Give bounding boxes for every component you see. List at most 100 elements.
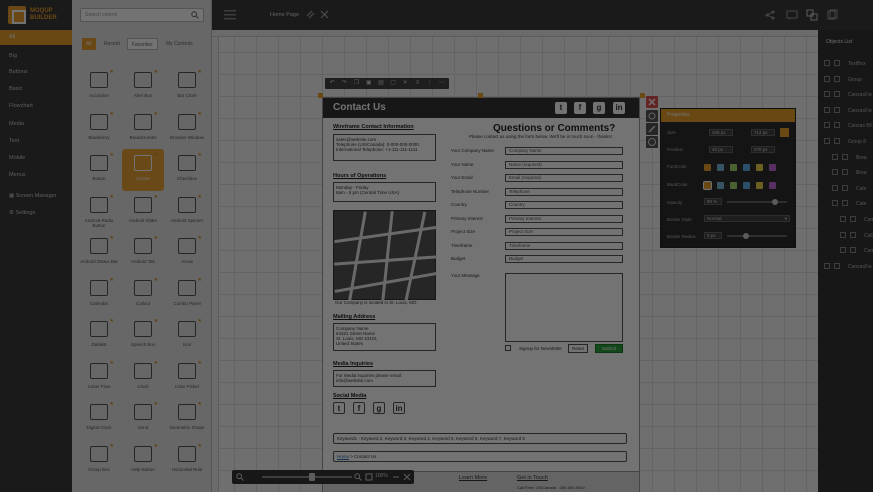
widget-tile[interactable]: ★ Datalist xyxy=(78,315,120,357)
nav-item-media[interactable]: Media xyxy=(0,117,72,132)
widget-tile[interactable]: ★ Bar Chart xyxy=(166,66,208,108)
search-icon[interactable] xyxy=(191,11,199,19)
object-list-item[interactable]: CanvasFw xyxy=(818,87,873,102)
widget-tile[interactable]: ★ Android Radio Button xyxy=(78,191,120,233)
position-y-input[interactable]: 270 px xyxy=(751,146,775,153)
form-field-input[interactable]: Project Size xyxy=(505,228,623,236)
size-height-input[interactable]: 712 px xyxy=(751,129,775,136)
visibility-checkbox[interactable] xyxy=(840,231,846,238)
lock-checkbox[interactable] xyxy=(834,138,840,144)
lock-checkbox[interactable] xyxy=(842,153,848,160)
widget-tile[interactable]: ★ Breadcrumbs xyxy=(122,108,164,150)
widget-tile[interactable]: ★ Calendar xyxy=(78,274,120,316)
reset-button[interactable]: Reset xyxy=(568,344,588,353)
favorite-star-icon[interactable]: ★ xyxy=(110,277,114,283)
edit-pencil-icon[interactable] xyxy=(646,123,658,135)
favorite-star-icon[interactable]: ★ xyxy=(154,401,158,407)
copy-icon[interactable]: ❐ xyxy=(351,79,361,88)
lock-checkbox[interactable] xyxy=(834,106,840,113)
object-list-item[interactable]: Cate xyxy=(818,196,873,211)
widget-tile[interactable]: ★ Callout xyxy=(122,274,164,316)
visibility-checkbox[interactable] xyxy=(824,106,830,113)
widget-tile[interactable]: ★ Arrow xyxy=(166,232,208,274)
close-selection-icon[interactable] xyxy=(646,96,658,108)
opacity-slider-knob[interactable] xyxy=(772,199,778,205)
favorite-star-icon[interactable]: ★ xyxy=(198,443,202,449)
lock-checkbox[interactable] xyxy=(850,216,856,222)
favorite-star-icon[interactable]: ★ xyxy=(110,194,114,200)
color-swatch[interactable] xyxy=(704,164,711,171)
settings-link[interactable]: ⚙ Settings xyxy=(0,206,72,221)
position-x-input[interactable]: 40 px xyxy=(709,146,733,153)
object-list-item[interactable]: TextBox xyxy=(818,56,873,71)
delete-icon[interactable]: ✕ xyxy=(400,79,410,88)
color-swatch[interactable] xyxy=(730,164,737,171)
visibility-checkbox[interactable] xyxy=(824,75,830,82)
favorite-star-icon[interactable]: ★ xyxy=(154,194,158,200)
favorite-star-icon[interactable]: ★ xyxy=(154,69,158,75)
favorite-star-icon[interactable]: ★ xyxy=(154,111,158,117)
border-style-select[interactable]: Normal ▾ xyxy=(704,215,790,222)
nav-item-text[interactable]: Text xyxy=(0,134,72,149)
form-field-input[interactable]: Timeframe xyxy=(505,241,623,250)
favorite-star-icon[interactable]: ★ xyxy=(110,401,114,407)
favorite-star-icon[interactable]: ★ xyxy=(198,360,202,366)
duplicate-icon[interactable] xyxy=(826,9,838,21)
favorite-star-icon[interactable]: ★ xyxy=(154,235,158,241)
favorite-star-icon[interactable]: ★ xyxy=(198,235,202,241)
form-field-input[interactable]: Email (required) xyxy=(505,174,623,182)
widget-tile[interactable]: ★ Combo Panel xyxy=(166,274,208,316)
widget-tile[interactable]: ★ Browser Window xyxy=(166,108,208,150)
object-list-item[interactable]: CanvasFw xyxy=(818,259,873,274)
resize-handle-tr[interactable] xyxy=(640,93,645,98)
visibility-checkbox[interactable] xyxy=(840,216,846,222)
undo-icon[interactable]: ↶ xyxy=(327,79,337,88)
hamburger-menu-icon[interactable] xyxy=(224,9,236,20)
visibility-checkbox[interactable] xyxy=(832,153,838,160)
mockup-frame[interactable]: Contact Us t f g in Wireframe Contact In… xyxy=(322,97,640,492)
widget-tile[interactable]: ★ Help Button xyxy=(122,440,164,482)
widget-tile[interactable]: ★ Blackberry xyxy=(78,108,120,150)
align-icon[interactable]: ≡ xyxy=(412,79,422,88)
favorite-star-icon[interactable]: ★ xyxy=(154,277,158,283)
color-swatch[interactable] xyxy=(717,182,724,189)
widget-tile[interactable]: ★ Checkbox xyxy=(166,149,208,191)
favorite-star-icon[interactable]: ★ xyxy=(154,318,158,324)
color-swatch[interactable] xyxy=(717,164,724,171)
nav-item-basic[interactable]: Basic xyxy=(0,82,72,97)
color-swatch[interactable] xyxy=(756,182,763,189)
visibility-checkbox[interactable] xyxy=(832,169,838,176)
favorite-star-icon[interactable]: ★ xyxy=(110,360,114,366)
widget-tile[interactable]: ★ Android Slider xyxy=(122,191,164,233)
link-icon[interactable] xyxy=(306,10,315,19)
favorite-star-icon[interactable]: ★ xyxy=(154,152,158,158)
favorite-star-icon[interactable]: ★ xyxy=(198,152,202,158)
widget-tile[interactable]: ★ Android Spinner xyxy=(166,191,208,233)
lock-checkbox[interactable] xyxy=(834,122,840,129)
lock-checkbox[interactable] xyxy=(842,169,848,176)
object-list-item[interactable]: CanvasFw xyxy=(818,103,873,118)
nav-item-big[interactable]: Big xyxy=(0,49,72,64)
favorite-star-icon[interactable]: ★ xyxy=(110,152,114,158)
lock-checkbox[interactable] xyxy=(834,60,840,66)
tab-all[interactable]: All xyxy=(82,38,96,50)
more-icon[interactable]: ⋯ xyxy=(437,79,447,88)
object-list-item[interactable]: Cam xyxy=(818,212,873,227)
resize-handle-tl[interactable] xyxy=(318,93,323,98)
lock-checkbox[interactable] xyxy=(850,247,856,254)
widget-tile[interactable]: ★ Android Tab xyxy=(122,232,164,274)
widget-tile[interactable]: ★ Cover Flow xyxy=(78,357,120,399)
lock-ratio-icon[interactable] xyxy=(780,128,789,137)
redo-icon[interactable]: ↷ xyxy=(339,79,349,88)
widget-tile[interactable]: ★ Android Status Bar xyxy=(78,232,120,274)
color-swatch[interactable] xyxy=(743,182,750,189)
nav-item-menus[interactable]: Menus xyxy=(0,168,72,183)
lock-checkbox[interactable] xyxy=(834,75,840,82)
favorite-star-icon[interactable]: ★ xyxy=(198,111,202,117)
widget-tile[interactable]: ★ Accordion xyxy=(78,66,120,108)
tab-recent[interactable]: Recent xyxy=(100,38,124,50)
form-field-input[interactable]: Primary Interest xyxy=(505,214,623,223)
visibility-checkbox[interactable] xyxy=(824,262,830,269)
collaborate-icon[interactable] xyxy=(806,9,818,21)
visibility-checkbox[interactable] xyxy=(824,138,830,144)
